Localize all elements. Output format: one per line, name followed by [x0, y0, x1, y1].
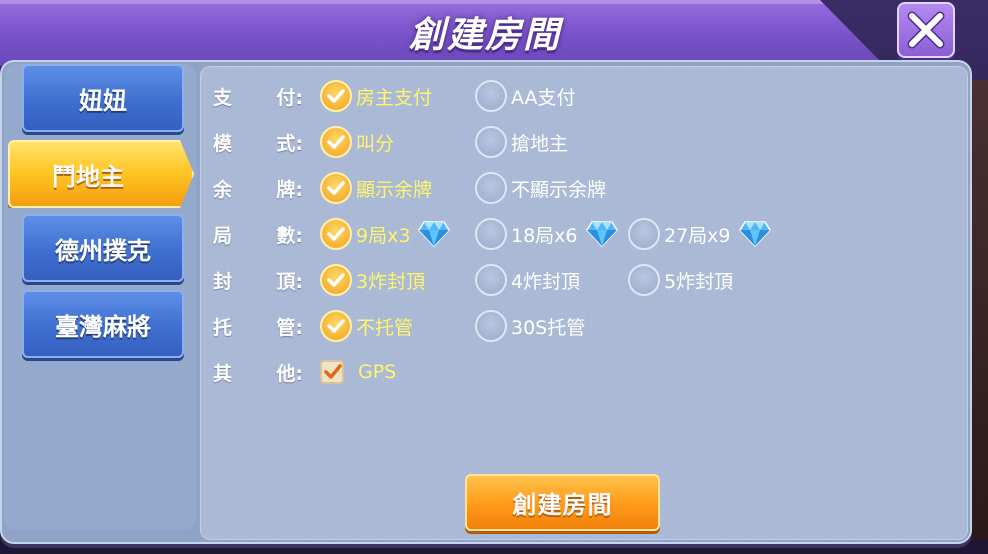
tab-texas-poker[interactable]: 德州撲克	[22, 214, 184, 282]
mode-label: 模 式:	[213, 127, 303, 157]
auto-play-label: 托 管:	[213, 311, 303, 341]
radio-unchecked-icon	[475, 126, 507, 158]
diamond-icon	[418, 221, 451, 247]
option-gps[interactable]: GPS	[312, 355, 396, 389]
option-label: 9局x3	[356, 224, 411, 247]
label-char: 模	[213, 132, 233, 155]
tab-label: 臺灣麻將	[55, 312, 151, 341]
option-rounds-18[interactable]: 18局x6	[475, 217, 618, 251]
option-label: 30S托管	[511, 316, 586, 339]
option-label: 房主支付	[356, 86, 433, 109]
tab-label: 鬥地主	[52, 162, 124, 191]
label-char: 支	[213, 86, 233, 109]
check-icon	[324, 364, 342, 379]
label-char: 式:	[276, 132, 303, 155]
option-label: GPS	[358, 361, 397, 383]
diamond-icon	[585, 221, 618, 247]
radio-unchecked-icon	[475, 218, 507, 250]
label-char: 牌:	[276, 178, 303, 201]
rounds-label: 局 數:	[213, 219, 303, 249]
radio-unchecked-icon	[628, 218, 660, 250]
option-aa-pay[interactable]: AA支付	[475, 79, 576, 113]
option-label: 5炸封頂	[664, 270, 734, 293]
dialog-title: 創建房間	[408, 15, 561, 56]
radio-unchecked-icon	[628, 264, 660, 296]
label-char: 封	[213, 270, 233, 293]
option-owner-pay[interactable]: 房主支付	[320, 79, 432, 113]
option-rounds-27[interactable]: 27局x9	[628, 217, 771, 251]
radio-checked-icon	[320, 310, 352, 342]
option-grab-landlord[interactable]: 搶地主	[475, 125, 568, 159]
label-char: 付:	[276, 86, 303, 109]
tab-niuniu[interactable]: 妞妞	[22, 64, 184, 132]
radio-unchecked-icon	[475, 310, 507, 342]
tab-doudizhu[interactable]: 鬥地主	[8, 140, 194, 208]
create-room-label: 創建房間	[512, 491, 613, 519]
label-char: 頂:	[276, 270, 303, 293]
option-label: 不托管	[356, 316, 414, 339]
radio-checked-icon	[320, 172, 352, 204]
close-x-icon	[907, 11, 945, 49]
label-char: 數:	[276, 224, 303, 247]
option-label: 叫分	[356, 132, 395, 155]
tab-label: 妞妞	[79, 86, 127, 115]
radio-checked-icon	[320, 80, 352, 112]
radio-checked-icon	[320, 218, 352, 250]
radio-unchecked-icon	[475, 264, 507, 296]
payment-label: 支 付:	[213, 81, 303, 111]
cap-label: 封 頂:	[213, 265, 303, 295]
label-char: 管:	[276, 316, 303, 339]
option-rounds-9[interactable]: 9局x3	[320, 217, 451, 251]
option-cap-3[interactable]: 3炸封頂	[320, 263, 425, 297]
label-char: 他:	[276, 362, 303, 385]
option-no-auto[interactable]: 不托管	[320, 309, 413, 343]
option-label: 不顯示余牌	[511, 178, 607, 201]
option-show-remaining[interactable]: 顯示余牌	[320, 171, 432, 205]
tab-taiwan-mahjong[interactable]: 臺灣麻將	[22, 290, 184, 358]
other-label: 其 他:	[213, 357, 303, 387]
option-label: 顯示余牌	[356, 178, 433, 201]
option-label: 搶地主	[511, 132, 569, 155]
radio-unchecked-icon	[475, 80, 507, 112]
grid-pattern	[201, 67, 967, 539]
option-hide-remaining[interactable]: 不顯示余牌	[475, 171, 606, 205]
remaining-cards-label: 余 牌:	[213, 173, 303, 203]
label-char: 托	[213, 316, 233, 339]
label-char: 余	[213, 178, 233, 201]
label-char: 其	[213, 362, 233, 385]
radio-unchecked-icon	[475, 172, 507, 204]
option-label: AA支付	[511, 86, 576, 109]
option-label: 27局x9	[664, 224, 731, 247]
options-area	[200, 66, 968, 540]
option-auto-30s[interactable]: 30S托管	[475, 309, 585, 343]
option-call-score[interactable]: 叫分	[320, 125, 394, 159]
label-char: 局	[213, 224, 233, 247]
option-label: 18局x6	[511, 224, 578, 247]
radio-checked-icon	[320, 264, 352, 296]
create-room-button[interactable]: 創建房間	[465, 474, 660, 531]
radio-checked-icon	[320, 126, 352, 158]
option-label: 4炸封頂	[511, 270, 581, 293]
option-cap-5[interactable]: 5炸封頂	[628, 263, 733, 297]
checkbox-checked-icon	[320, 360, 344, 384]
close-button[interactable]	[897, 2, 955, 58]
option-cap-4[interactable]: 4炸封頂	[475, 263, 580, 297]
diamond-icon	[738, 221, 771, 247]
tab-label: 德州撲克	[55, 236, 151, 265]
option-label: 3炸封頂	[356, 270, 426, 293]
